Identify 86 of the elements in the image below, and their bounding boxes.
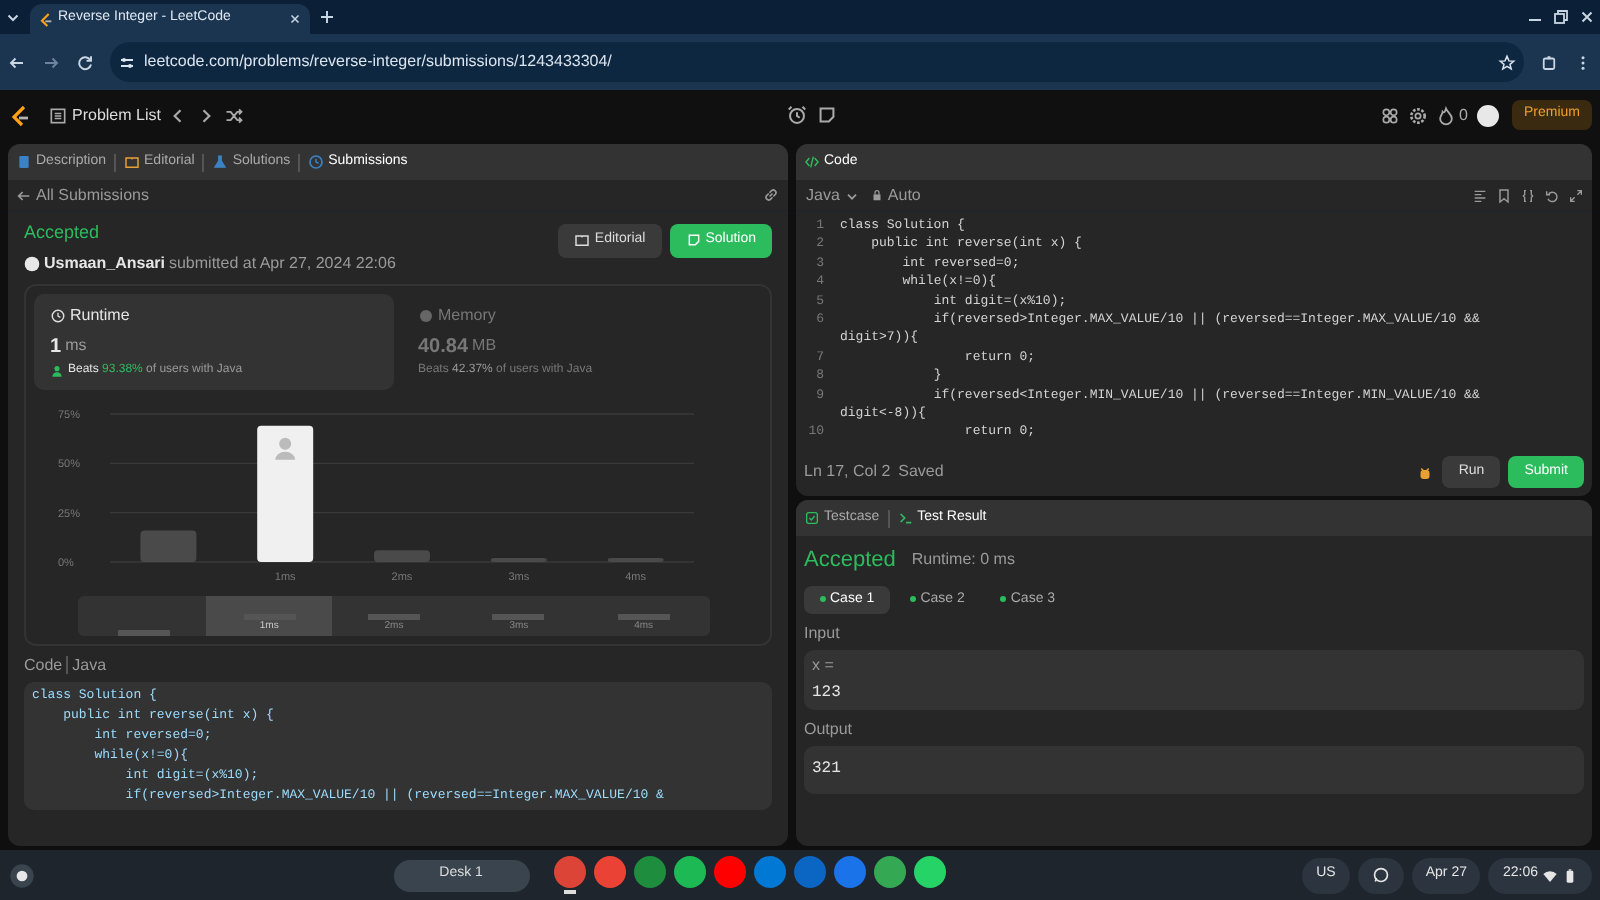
- book-icon: [574, 232, 591, 249]
- app-icon[interactable]: [673, 856, 706, 889]
- app-icon[interactable]: [873, 856, 906, 889]
- avatar-icon: [275, 436, 296, 459]
- site-favicon: [38, 11, 54, 27]
- app-icon[interactable]: [713, 856, 746, 889]
- back-arrow-icon: [16, 187, 32, 203]
- stat-title: Runtime: [70, 303, 130, 327]
- shuffle-icon[interactable]: [224, 105, 245, 125]
- output-label: Output: [804, 718, 855, 742]
- reset-icon[interactable]: [1544, 187, 1560, 203]
- lock-icon: [869, 188, 884, 202]
- stat-value: 1: [50, 333, 62, 361]
- forward-icon[interactable]: [42, 53, 60, 71]
- app-icon[interactable]: [633, 856, 666, 889]
- notification-tray[interactable]: [1357, 857, 1404, 893]
- app-icon[interactable]: [753, 856, 786, 889]
- book-icon: [124, 154, 141, 170]
- problem-list-link[interactable]: Problem List: [48, 103, 161, 127]
- extensions-icon[interactable]: [1540, 53, 1558, 71]
- cursor-position: Ln 17, Col 2: [804, 460, 891, 484]
- code-label: Code: [24, 653, 63, 677]
- chart-bar: [140, 529, 197, 561]
- chart-bar: [374, 549, 430, 561]
- running-indicator: [563, 890, 576, 894]
- beats-icon: [50, 363, 64, 377]
- stat-title: Memory: [438, 303, 496, 327]
- note-icon[interactable]: [816, 104, 838, 126]
- input-label: Input: [804, 622, 842, 646]
- app-icon[interactable]: [833, 856, 866, 889]
- reload-icon[interactable]: [76, 53, 94, 71]
- output-value: 321: [812, 758, 843, 782]
- terminal-icon: [897, 510, 914, 526]
- settings-icon[interactable]: [1407, 105, 1428, 125]
- input-value: 123: [812, 682, 843, 706]
- debug-icon[interactable]: [1416, 463, 1435, 481]
- user-avatar-icon: [24, 255, 40, 271]
- logo-icon[interactable]: [8, 103, 32, 127]
- app-icon[interactable]: [553, 856, 586, 889]
- bookmark-icon[interactable]: [1496, 187, 1512, 203]
- all-submissions-link[interactable]: All Submissions: [16, 183, 149, 207]
- star-icon[interactable]: [1498, 53, 1516, 71]
- code-icon: [804, 154, 820, 170]
- avatar-icon[interactable]: [1475, 103, 1500, 127]
- app-icon[interactable]: [593, 856, 626, 889]
- app-icon[interactable]: [913, 856, 946, 889]
- chat-icon: [1371, 866, 1390, 884]
- clock-icon: [308, 154, 325, 170]
- language-label: Java: [72, 653, 107, 677]
- launcher-icon[interactable]: [8, 861, 36, 889]
- braces-icon[interactable]: [1520, 187, 1536, 203]
- document-icon: [16, 154, 32, 170]
- flask-icon: [212, 154, 229, 170]
- submission-time: submitted at Apr 27, 2024 22:06: [168, 251, 396, 275]
- back-icon[interactable]: [8, 53, 26, 71]
- streak-counter[interactable]: 0: [1435, 103, 1468, 127]
- apps-icon[interactable]: [1379, 105, 1400, 125]
- result-status: Accepted: [804, 546, 896, 576]
- format-icon[interactable]: [1472, 187, 1488, 203]
- save-status: Saved: [898, 460, 944, 484]
- new-tab-icon[interactable]: [318, 8, 336, 26]
- url-text: leetcode.com/problems/reverse-integer/submissions/1243433304/: [144, 50, 614, 74]
- close-icon[interactable]: [288, 12, 302, 26]
- address-bar[interactable]: leetcode.com/problems/reverse-integer/submissions/1243433304/: [110, 42, 1524, 82]
- variable-name: x =: [812, 654, 836, 678]
- language-dropdown[interactable]: Java: [804, 181, 862, 209]
- timer-icon[interactable]: [786, 104, 808, 126]
- site-settings-icon: [118, 53, 136, 71]
- chart-bar: [257, 424, 314, 561]
- link-icon[interactable]: [762, 186, 780, 204]
- username[interactable]: Usmaan_Ansari: [44, 251, 165, 275]
- fire-icon: [1435, 105, 1456, 125]
- mode-label: Auto: [887, 183, 921, 207]
- runtime-text: Runtime: 0 ms: [911, 548, 1015, 573]
- stat-value: 40.84: [418, 333, 469, 361]
- battery-icon: [1562, 867, 1579, 883]
- close-icon[interactable]: [1578, 8, 1596, 26]
- clock-icon: [50, 307, 66, 323]
- status-text: Accepted: [24, 220, 102, 246]
- restore-icon[interactable]: [1552, 8, 1570, 26]
- stat-unit: MB: [472, 334, 497, 358]
- wifi-icon: [1542, 867, 1559, 883]
- expand-icon[interactable]: [1568, 187, 1584, 203]
- stat-unit: ms: [65, 334, 87, 358]
- list-icon: [48, 105, 68, 125]
- checkbox-icon: [804, 510, 820, 526]
